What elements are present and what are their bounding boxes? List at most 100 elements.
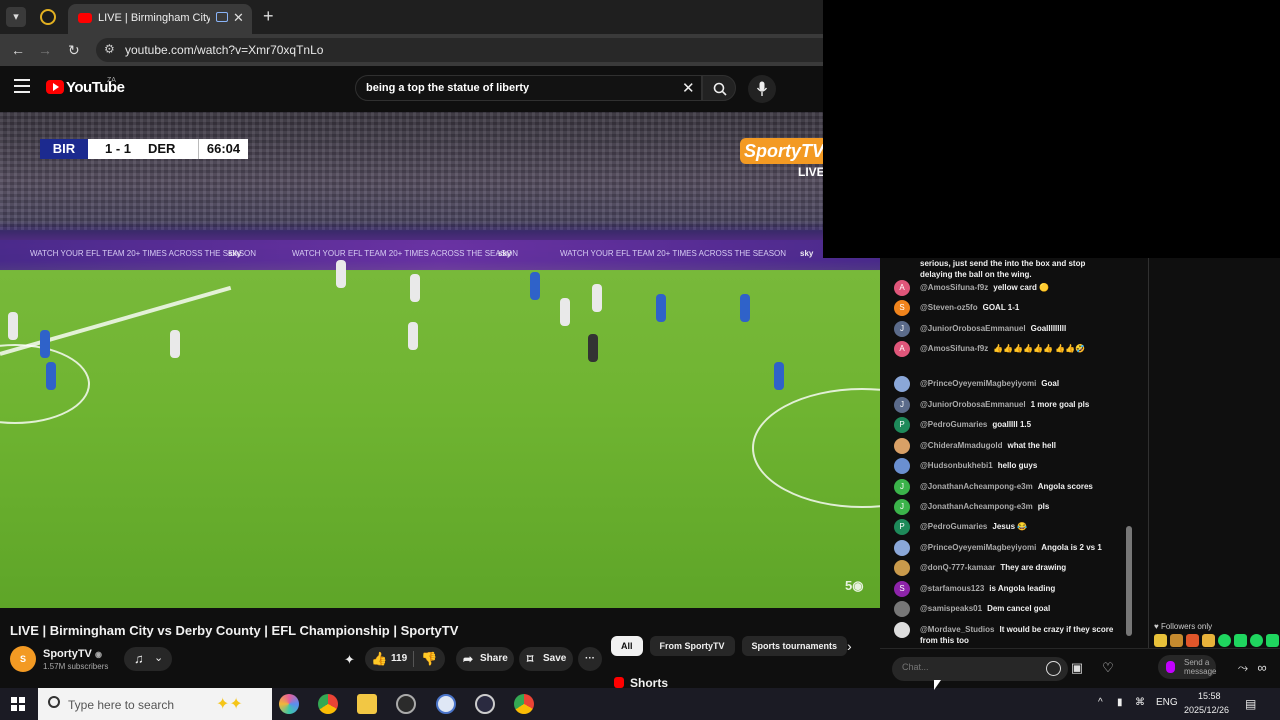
address-bar[interactable]: ⚙ youtube.com/watch?v=Xmr70xqTnLo xyxy=(96,38,823,62)
voice-search-button[interactable] xyxy=(748,75,776,103)
chat-input[interactable] xyxy=(902,662,1042,672)
chat-author-avatar[interactable]: A xyxy=(894,341,910,357)
chat-author-name[interactable]: @AmosSifuna-f9z xyxy=(920,283,988,292)
more-actions-button[interactable]: ··· xyxy=(578,647,602,671)
chat-author-name[interactable]: @Steven-oz5fo xyxy=(920,303,978,312)
chat-author-name[interactable]: @JuniorOrobosaEmmanuel xyxy=(920,324,1026,333)
chrome-app-icon[interactable] xyxy=(514,694,534,714)
hamburger-menu-icon[interactable] xyxy=(14,79,30,97)
forward-arrow-icon[interactable]: → xyxy=(38,42,52,58)
chat-author-name[interactable]: @JonathanAcheampong-e3m xyxy=(920,482,1033,491)
chat-author-name[interactable]: @samispeaks01 xyxy=(920,604,982,613)
save-button[interactable]: ⌑ Save xyxy=(519,647,573,671)
app-icon[interactable] xyxy=(475,694,495,714)
file-explorer-icon[interactable] xyxy=(357,694,377,714)
back-arrow-icon[interactable]: ← xyxy=(11,42,25,58)
super-chat-icon[interactable]: ▣ xyxy=(1069,660,1085,676)
close-tab-icon[interactable]: ✕ xyxy=(233,10,244,26)
emoji-icon[interactable] xyxy=(1202,634,1215,647)
copilot-app-icon[interactable] xyxy=(279,694,299,714)
chat-author-name[interactable]: @AmosSifuna-f9z xyxy=(920,344,988,353)
chat-author-avatar[interactable]: S xyxy=(894,581,910,597)
chip-sports-tournaments[interactable]: Sports tournaments xyxy=(741,636,848,656)
emoji-icon[interactable] xyxy=(1170,634,1183,647)
language-indicator[interactable]: ENG xyxy=(1156,697,1178,708)
chat-author-name[interactable]: @JonathanAcheampong-e3m xyxy=(920,502,1033,511)
clear-search-icon[interactable]: ✕ xyxy=(682,79,695,97)
clock-date[interactable]: 2025/12/26 xyxy=(1184,705,1229,715)
network-icon[interactable]: ⌘ xyxy=(1135,697,1145,708)
share-button[interactable]: ➦ Share xyxy=(456,647,514,671)
chat-author-name[interactable]: @Hudsonbukhebi1 xyxy=(920,461,993,470)
app-icon[interactable] xyxy=(396,694,416,714)
chat-author-avatar[interactable] xyxy=(894,601,910,617)
clock-time[interactable]: 15:58 xyxy=(1198,691,1221,701)
share-icon[interactable]: ⤳ xyxy=(1235,660,1251,676)
emoji-icon[interactable] xyxy=(1266,634,1279,647)
heart-icon[interactable]: ♡ xyxy=(1100,660,1116,676)
channel-avatar[interactable]: S xyxy=(10,646,36,672)
emoji-icon[interactable] xyxy=(1186,634,1199,647)
chat-author-name[interactable]: @ChideraMmadugold xyxy=(920,441,1002,450)
search-button[interactable] xyxy=(702,75,736,101)
chat-author-name[interactable]: @starfamous123 xyxy=(920,584,984,593)
chat-author-avatar[interactable] xyxy=(894,540,910,556)
youtube-logo-icon[interactable] xyxy=(46,80,64,94)
copilot-sparkle-icon[interactable]: ✦✦ xyxy=(216,694,243,714)
notifications-button[interactable]: ♫ ⌄ xyxy=(124,647,172,671)
chat-author-name[interactable]: @PedroGumaries xyxy=(920,420,987,429)
notifications-icon[interactable]: ▤ xyxy=(1245,697,1256,711)
new-tab-button[interactable]: + xyxy=(263,6,274,27)
chip-all[interactable]: All xyxy=(611,636,643,656)
chat-author-avatar[interactable]: P xyxy=(894,417,910,433)
dislike-icon[interactable]: 👎 xyxy=(421,647,437,671)
emoji-icon[interactable] xyxy=(1218,634,1231,647)
browser-tab-inactive[interactable] xyxy=(32,6,64,30)
chat-message-text: GOAL 1-1 xyxy=(982,303,1020,312)
search-input[interactable] xyxy=(366,80,666,96)
chat-author-avatar[interactable] xyxy=(894,560,910,576)
like-icon[interactable]: 👍 xyxy=(371,647,387,671)
chat-author-avatar[interactable] xyxy=(894,458,910,474)
chat-author-name[interactable]: @JuniorOrobosaEmmanuel xyxy=(920,400,1026,409)
like-count[interactable]: 119 xyxy=(391,647,407,671)
chevron-right-icon[interactable]: › xyxy=(847,638,852,654)
chat-author-avatar[interactable] xyxy=(894,376,910,392)
send-message-button[interactable]: Send a message xyxy=(1158,655,1216,679)
link-icon[interactable]: ∞ xyxy=(1254,660,1270,676)
site-info-icon[interactable]: ⚙ xyxy=(104,42,115,56)
microphone-tray-icon[interactable]: ▮ xyxy=(1117,697,1123,708)
video-player[interactable]: WATCH YOUR EFL TEAM 20+ TIMES ACROSS THE… xyxy=(0,112,880,608)
chat-author-avatar[interactable]: S xyxy=(894,300,910,316)
chat-author-avatar[interactable]: J xyxy=(894,321,910,337)
chat-author-avatar[interactable]: J xyxy=(894,499,910,515)
chrome-app-icon[interactable] xyxy=(318,694,338,714)
chip-from-channel[interactable]: From SportyTV xyxy=(649,636,735,656)
windows-start-icon[interactable] xyxy=(11,697,25,711)
chat-author-avatar[interactable]: A xyxy=(894,280,910,296)
emoji-icon[interactable] xyxy=(1234,634,1247,647)
taskbar-search[interactable]: Type here to search ✦✦ xyxy=(38,688,272,720)
chat-author-name[interactable]: @PrinceOyeyemiMagbeyiyomi xyxy=(920,543,1036,552)
tab-search-button[interactable]: ▾ xyxy=(6,7,26,27)
chat-author-avatar[interactable] xyxy=(894,438,910,454)
tray-overflow-icon[interactable]: ^ xyxy=(1098,697,1103,708)
reload-icon[interactable]: ↻ xyxy=(68,42,80,59)
emoji-reactions[interactable] xyxy=(1154,634,1280,647)
chat-author-name[interactable]: @PedroGumaries xyxy=(920,522,987,531)
browser-tab-active[interactable]: LIVE | Birmingham City vs D ✕ xyxy=(68,4,252,34)
chat-author-avatar[interactable] xyxy=(894,622,910,638)
channel-name[interactable]: SportyTV ◉ xyxy=(43,648,102,660)
chat-author-avatar[interactable]: J xyxy=(894,397,910,413)
chat-author-name[interactable]: @PrinceOyeyemiMagbeyiyomi xyxy=(920,379,1036,388)
chat-author-avatar[interactable]: P xyxy=(894,519,910,535)
chat-author-name[interactable]: @donQ-777-kamaar xyxy=(920,563,995,572)
app-icon[interactable] xyxy=(436,694,456,714)
chat-author-name[interactable]: @Mordave_Studios xyxy=(920,625,994,634)
chat-author-avatar[interactable]: J xyxy=(894,479,910,495)
gift-icon[interactable]: ✦ xyxy=(344,652,355,668)
chat-scrollbar[interactable] xyxy=(1126,526,1132,636)
emoji-icon[interactable] xyxy=(1154,634,1167,647)
emoji-icon[interactable] xyxy=(1250,634,1263,647)
emoji-picker-icon[interactable] xyxy=(1046,661,1061,676)
